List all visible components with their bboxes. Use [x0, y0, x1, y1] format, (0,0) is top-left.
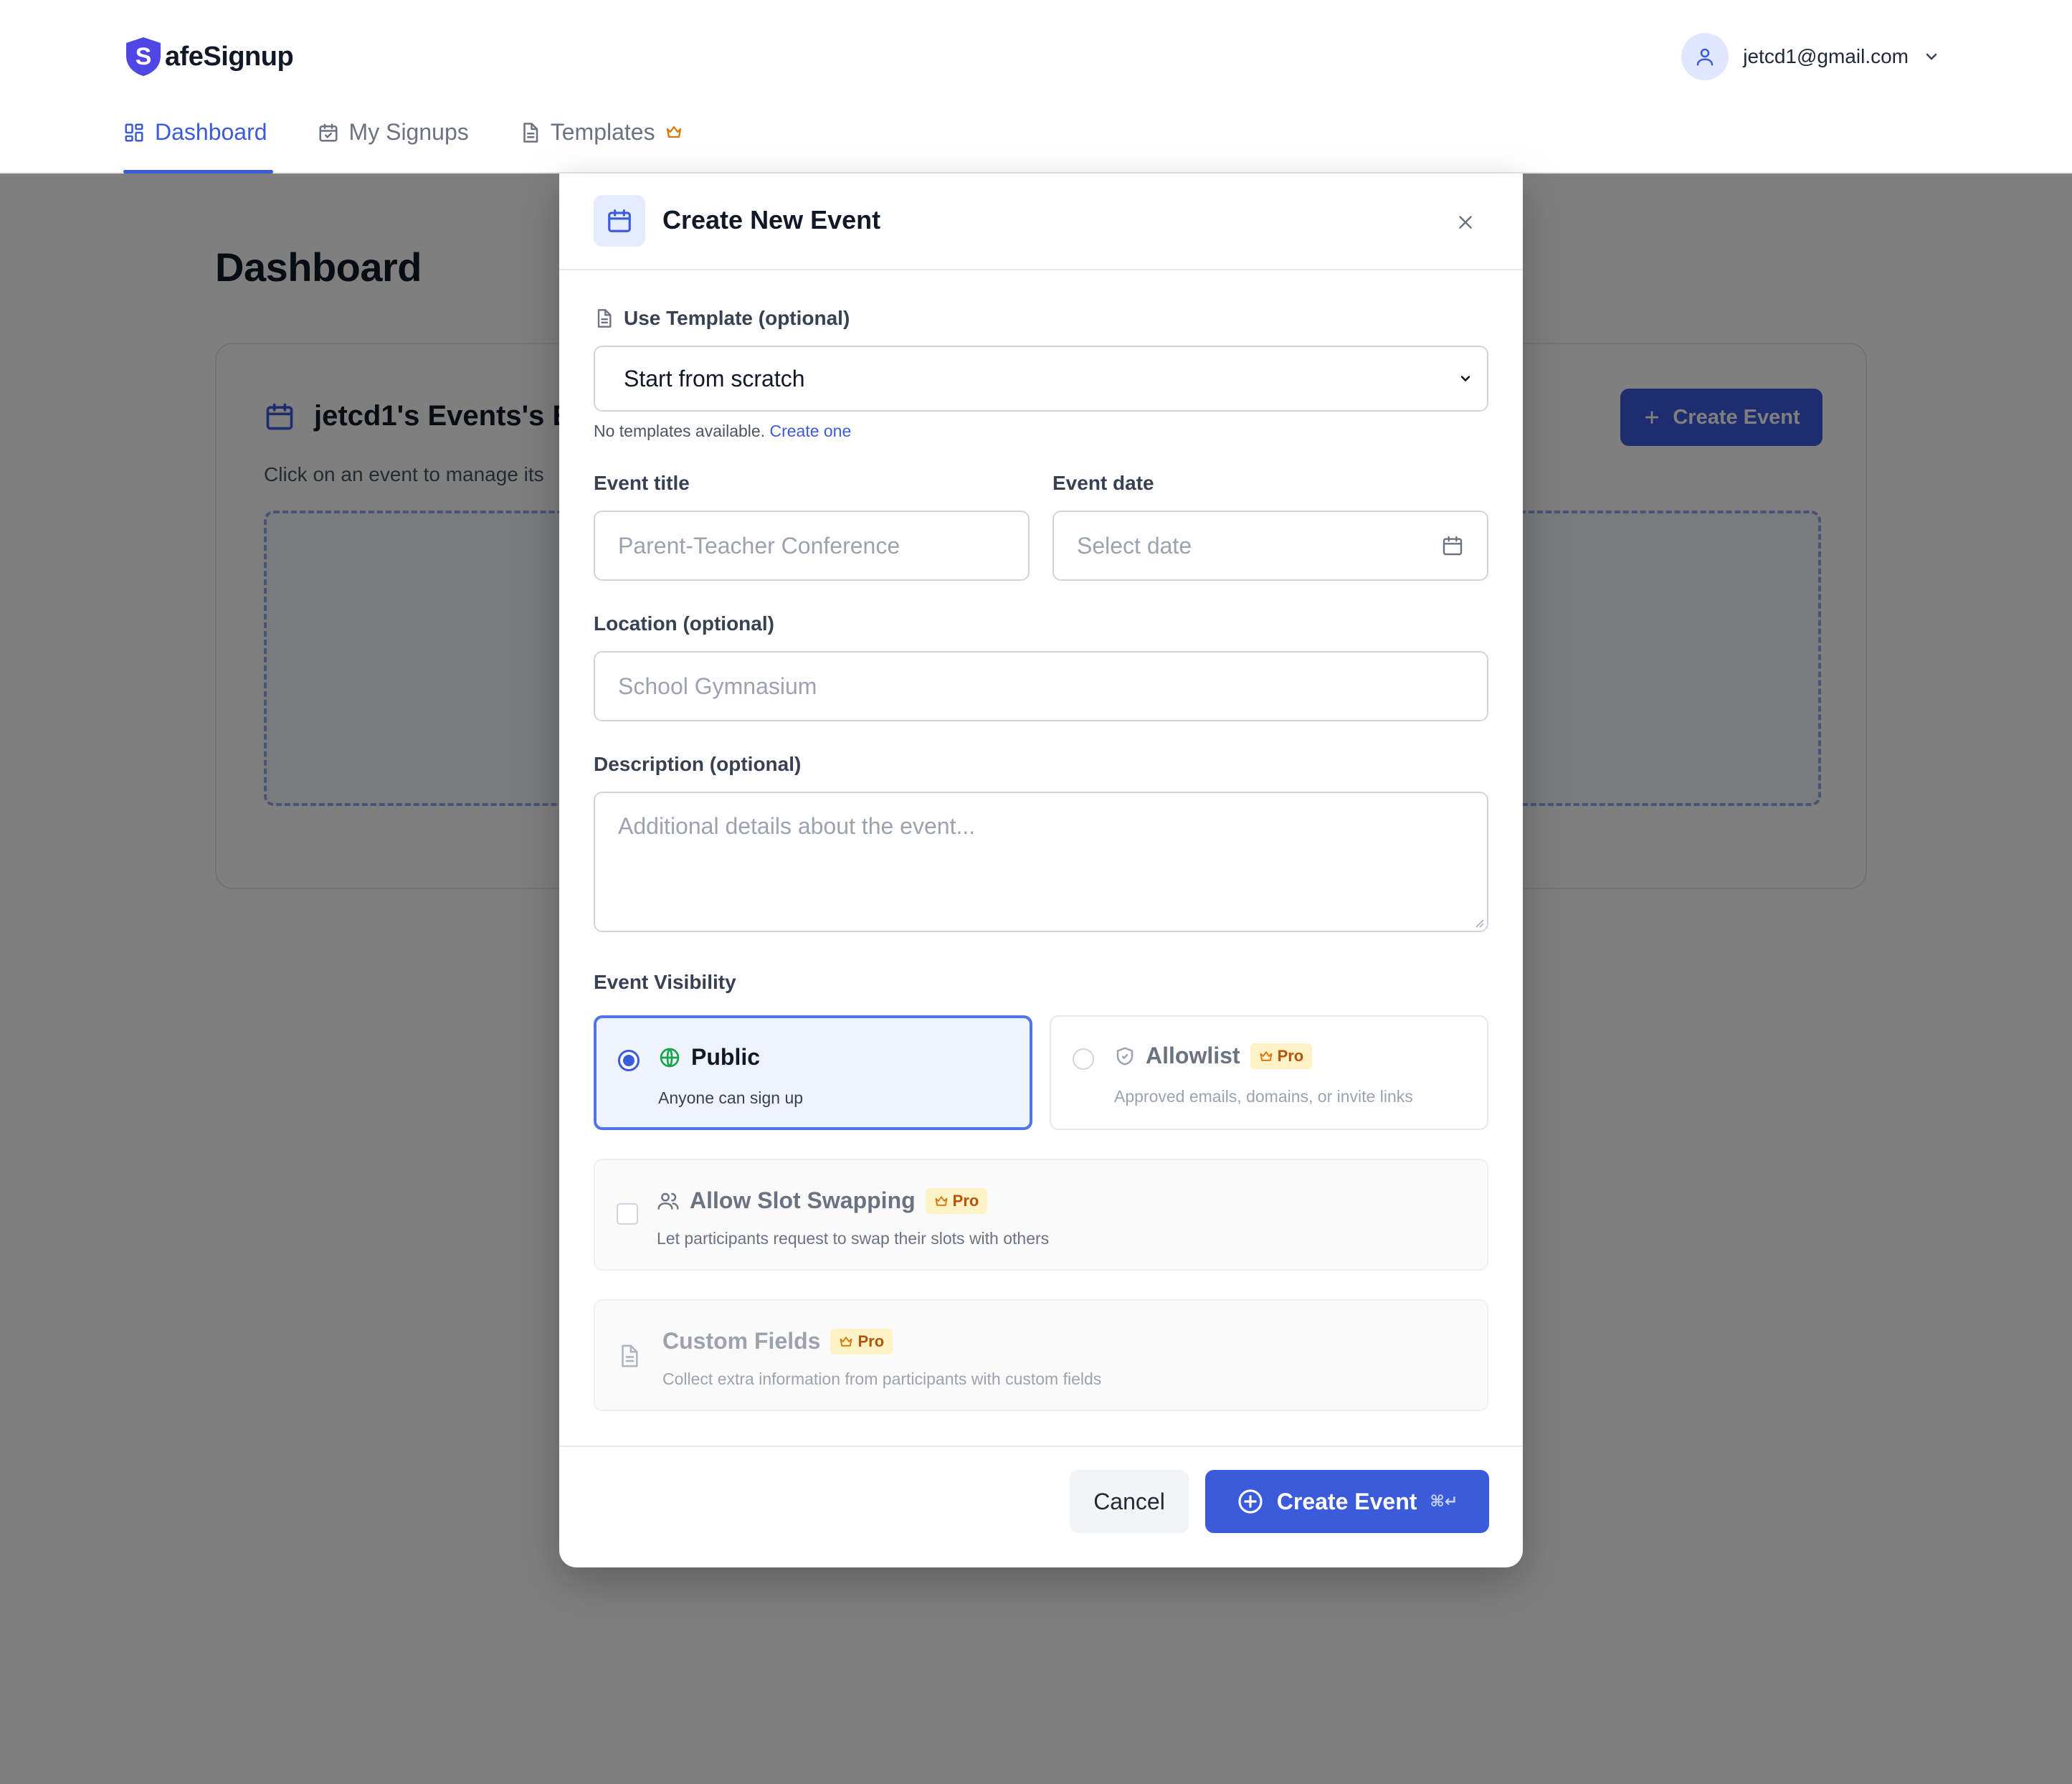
event-date-placeholder: Select date — [1077, 532, 1192, 559]
crown-icon — [1260, 1050, 1272, 1061]
slot-swapping-title-row: Allow Slot Swapping Pro — [657, 1187, 988, 1214]
location-placeholder: School Gymnasium — [618, 673, 817, 699]
pro-badge-label: Pro — [857, 1332, 885, 1350]
document-icon — [523, 123, 538, 143]
document-icon — [622, 1344, 638, 1367]
close-button[interactable] — [1451, 208, 1480, 237]
brand-name: afeSignup — [165, 41, 294, 72]
document-icon — [597, 309, 612, 328]
event-date-label: Event date — [1052, 472, 1154, 494]
tab-dashboard-label: Dashboard — [155, 119, 267, 145]
avatar — [1681, 33, 1729, 80]
custom-fields-title-row: Custom Fields Pro — [662, 1328, 893, 1354]
public-desc: Anyone can sign up — [658, 1088, 804, 1107]
tab-dashboard[interactable]: Dashboard — [123, 108, 273, 174]
pro-badge-label: Pro — [952, 1191, 979, 1210]
dashboard-grid-icon — [125, 123, 143, 142]
create-event-label: Create Event — [1276, 1488, 1417, 1514]
tab-my-signups-label: My Signups — [348, 119, 469, 145]
calendar-icon — [1443, 536, 1463, 556]
tab-templates[interactable]: Templates — [519, 108, 683, 174]
visibility-option-public[interactable]: Public Anyone can sign up — [594, 1015, 1032, 1130]
allowlist-radio[interactable] — [1073, 1048, 1094, 1070]
description-label: Description (optional) — [594, 753, 802, 775]
slot-swapping-option[interactable]: Allow Slot Swapping Pro Let participants… — [594, 1159, 1488, 1271]
tab-my-signups[interactable]: My Signups — [318, 108, 469, 174]
main-nav: Dashboard My Signups Templates — [123, 108, 733, 174]
slot-swapping-title: Allow Slot Swapping — [690, 1187, 916, 1213]
keyboard-shortcut: ⌘↵ — [1430, 1492, 1458, 1511]
template-hint: No templates available. Create one — [594, 422, 851, 441]
brand-logo-letter: S — [136, 43, 152, 70]
pro-badge: Pro — [925, 1187, 988, 1214]
template-label-row: Use Template (optional) — [594, 307, 850, 330]
modal-title: Create New Event — [662, 205, 881, 234]
pro-badge: Pro — [1250, 1043, 1313, 1069]
close-icon — [1459, 216, 1472, 229]
brand-logo[interactable]: S afeSignup — [123, 36, 294, 77]
crown-icon — [935, 1195, 948, 1206]
modal-icon-tile — [594, 195, 645, 247]
account-menu[interactable]: jetcd1@gmail.com — [1681, 33, 1940, 80]
calendar-check-icon — [319, 123, 338, 142]
chevron-down-icon — [1460, 376, 1470, 382]
account-email: jetcd1@gmail.com — [1743, 45, 1909, 67]
shield-check-icon — [1116, 1047, 1134, 1065]
custom-fields-title: Custom Fields — [662, 1328, 821, 1354]
top-header: S afeSignup jetcd1@gmail.com Dashboard M… — [0, 0, 2072, 174]
plus-circle-icon — [1238, 1489, 1263, 1514]
template-label: Use Template (optional) — [624, 307, 850, 329]
public-radio[interactable] — [618, 1050, 640, 1071]
location-input[interactable]: School Gymnasium — [594, 651, 1488, 721]
allowlist-title: Allowlist — [1146, 1043, 1240, 1068]
pro-badge: Pro — [830, 1328, 893, 1354]
public-title-row: Public — [658, 1044, 760, 1071]
event-title-label: Event title — [594, 472, 690, 494]
crown-icon — [840, 1336, 852, 1347]
description-textarea[interactable]: Additional details about the event... — [594, 792, 1488, 932]
template-select-value: Start from scratch — [624, 365, 805, 392]
create-event-button[interactable]: Create Event ⌘↵ — [1205, 1470, 1489, 1533]
custom-fields-desc: Collect extra information from participa… — [662, 1370, 1102, 1388]
pro-badge-label: Pro — [1277, 1046, 1304, 1065]
event-title-placeholder: Parent-Teacher Conference — [618, 532, 900, 559]
resize-grip-icon[interactable] — [1474, 918, 1484, 928]
event-title-input[interactable]: Parent-Teacher Conference — [594, 511, 1030, 581]
slot-swapping-checkbox[interactable] — [617, 1203, 638, 1225]
visibility-option-allowlist[interactable]: Allowlist Pro Approved emails, domains, … — [1050, 1015, 1488, 1130]
users-icon — [657, 1192, 679, 1210]
globe-icon — [660, 1048, 680, 1067]
allowlist-desc: Approved emails, domains, or invite link… — [1114, 1087, 1413, 1106]
visibility-label: Event Visibility — [594, 971, 736, 993]
chevron-down-icon — [1926, 53, 1937, 60]
template-hint-text: No templates available. — [594, 422, 766, 440]
calendar-icon — [608, 209, 631, 232]
modal-header: Create New Event — [559, 174, 1523, 270]
location-label: Location (optional) — [594, 612, 774, 635]
event-date-input[interactable]: Select date — [1052, 511, 1488, 581]
crown-icon — [666, 125, 681, 138]
cancel-button[interactable]: Cancel — [1070, 1470, 1189, 1533]
tab-templates-label: Templates — [550, 119, 655, 145]
user-icon — [1697, 48, 1714, 66]
template-select[interactable]: Start from scratch — [594, 346, 1488, 412]
create-template-link[interactable]: Create one — [769, 422, 851, 440]
allowlist-title-row: Allowlist Pro — [1114, 1043, 1313, 1069]
create-event-modal: Create New Event Use Template (optional)… — [559, 174, 1523, 1567]
modal-footer-divider — [559, 1446, 1523, 1447]
shield-logo-icon: S — [126, 37, 161, 76]
public-title: Public — [691, 1044, 761, 1070]
custom-fields-option[interactable]: Custom Fields Pro Collect extra informat… — [594, 1299, 1488, 1411]
slot-swapping-desc: Let participants request to swap their s… — [657, 1229, 1050, 1248]
description-placeholder: Additional details about the event... — [618, 813, 976, 839]
